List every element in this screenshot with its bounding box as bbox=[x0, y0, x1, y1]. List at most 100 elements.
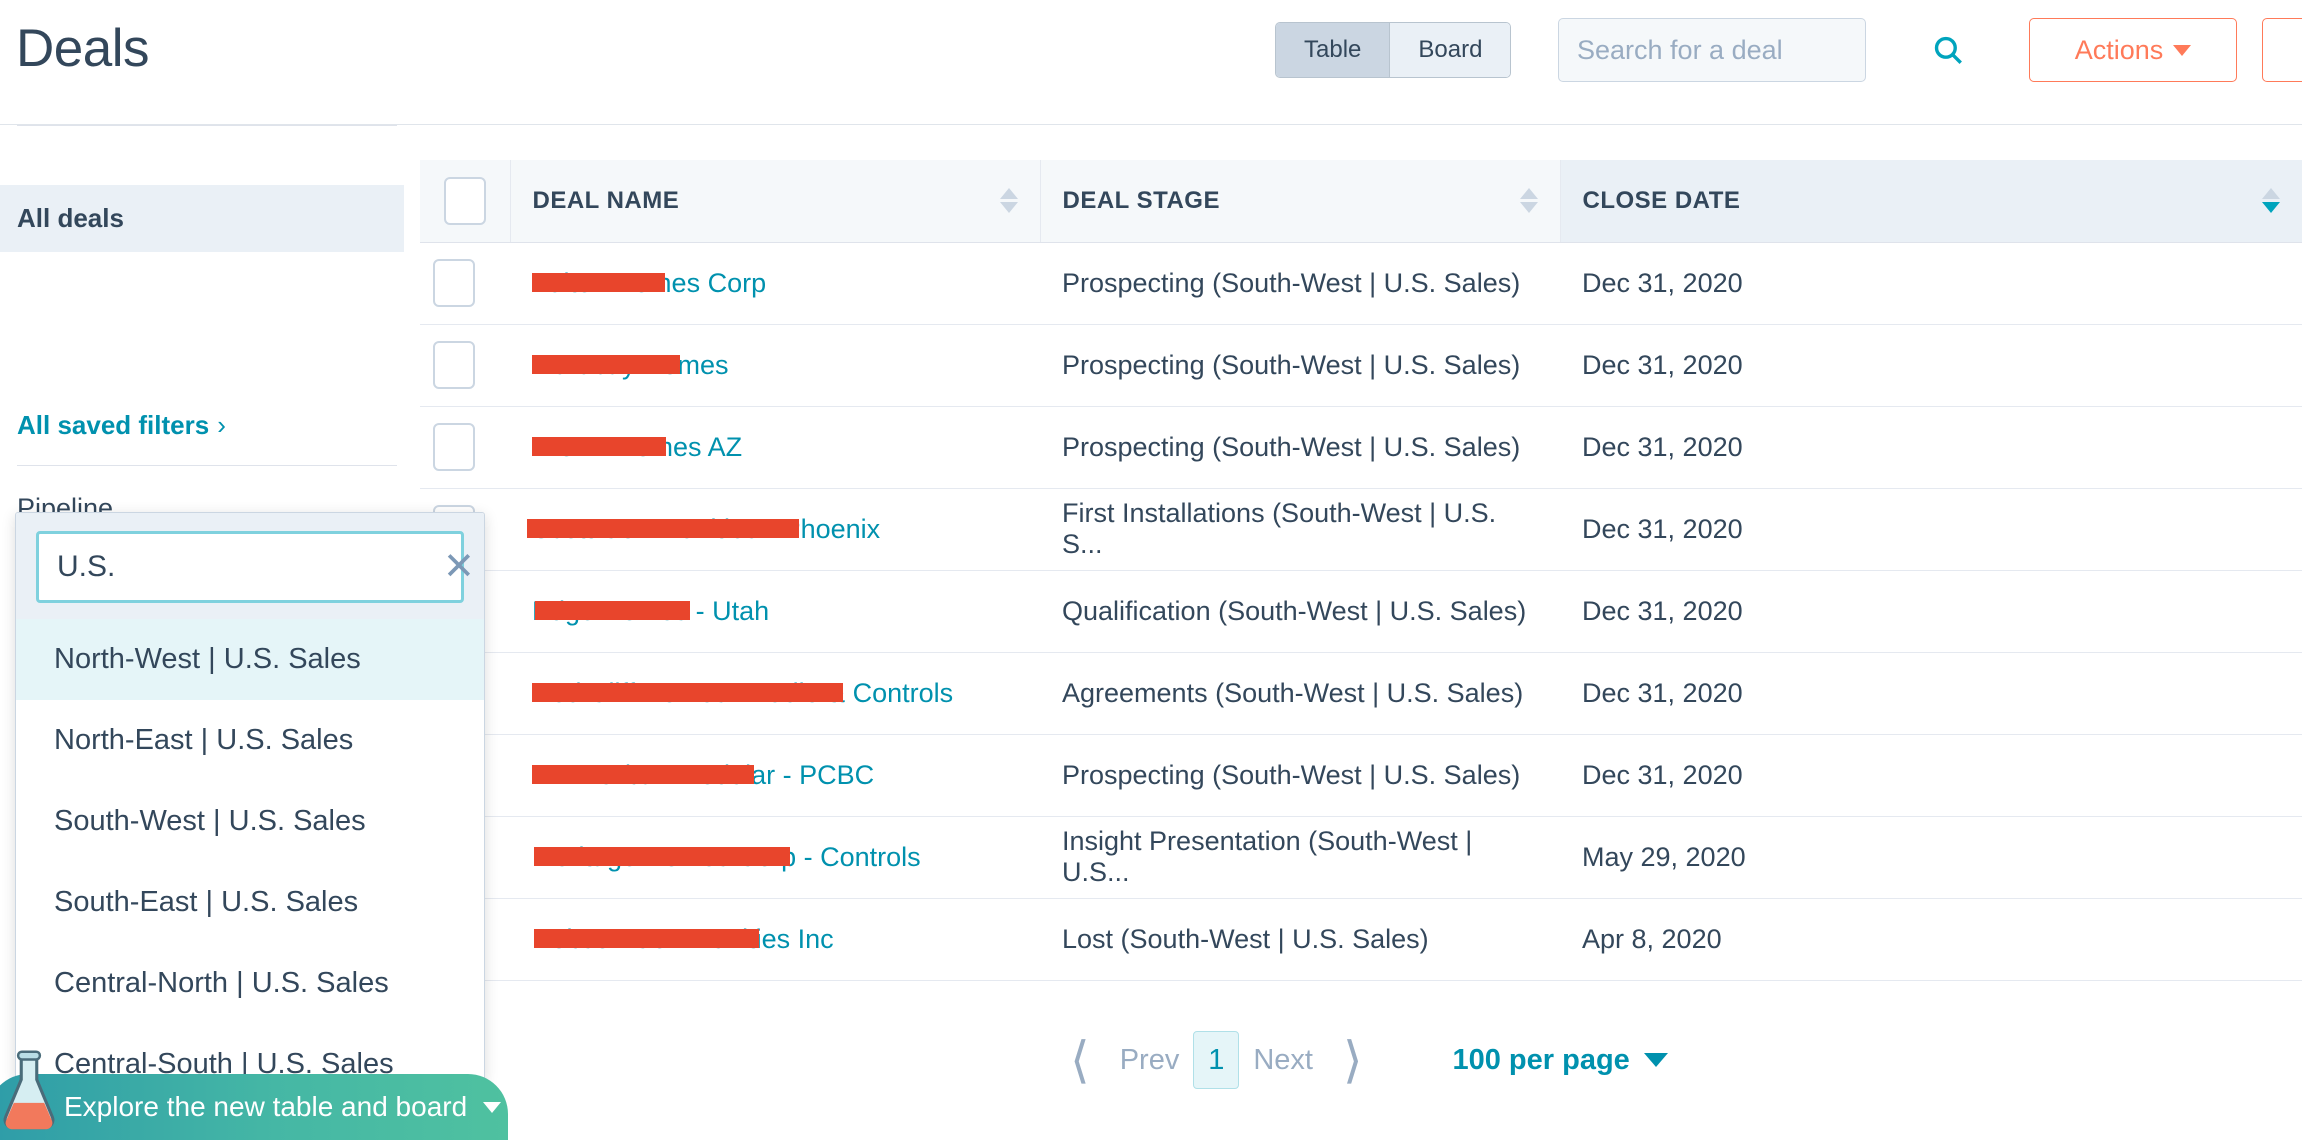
actions-button-label: Actions bbox=[2074, 34, 2164, 65]
deal-stage-cell: First Installations (South-West | U.S. S… bbox=[1040, 488, 1560, 571]
sort-asc-icon bbox=[2261, 188, 2280, 200]
redaction-bar bbox=[532, 765, 754, 784]
close-date-cell: Dec 31, 2020 bbox=[1560, 570, 2302, 653]
deal-name-cell: Maracay Homes bbox=[510, 324, 1040, 407]
deal-name-link[interactable]: Edge Homes - Utah bbox=[532, 596, 769, 627]
deal-name-cell: Robson Communities Inc bbox=[510, 898, 1040, 981]
table-row: Meritage Homes Corp - Controls Insight Pr… bbox=[420, 816, 2302, 899]
close-date-cell: May 29, 2020 bbox=[1560, 816, 2302, 899]
search-icon[interactable] bbox=[1931, 33, 1965, 67]
table-row: Fulton Homes Corp Prospecting (South-West… bbox=[420, 242, 2302, 325]
deal-name-cell: Fulton Homes Corp bbox=[510, 242, 1040, 325]
redaction-bar bbox=[532, 273, 665, 292]
prev-button[interactable]: Prev bbox=[1106, 1044, 1194, 1077]
redaction-bar bbox=[532, 355, 680, 374]
deals-table: DEAL NAME DEAL STAGE CLOSE DATE Fulton H… bbox=[420, 160, 2302, 981]
row-checkbox-cell bbox=[420, 242, 510, 325]
deal-name-link[interactable]: Meritage Homes Corp - Controls bbox=[532, 842, 921, 873]
deal-name-cell: Brown Homes AZ bbox=[510, 406, 1040, 489]
actions-button[interactable]: Actions bbox=[2029, 18, 2237, 82]
table-row: Brown Homes AZ Prospecting (South-West | … bbox=[420, 406, 2302, 489]
deal-stage-header-label: DEAL STAGE bbox=[1062, 186, 1220, 214]
deal-name-link[interactable]: Maracay Homes bbox=[532, 350, 729, 381]
saved-filters-label: All saved filters bbox=[17, 410, 210, 440]
pipeline-option[interactable]: North-East | U.S. Sales bbox=[16, 700, 484, 781]
deal-name-cell: Edge Homes - Utah bbox=[510, 570, 1040, 653]
prev-chevron-icon[interactable]: ⟨ bbox=[1054, 1035, 1106, 1085]
redaction-bar bbox=[534, 929, 759, 948]
next-button[interactable]: Next bbox=[1239, 1044, 1327, 1077]
column-header-deal-name[interactable]: DEAL NAME bbox=[510, 160, 1041, 243]
close-date-cell: Dec 31, 2020 bbox=[1560, 488, 2302, 571]
deal-name-link[interactable]: Robson Communities Inc bbox=[532, 924, 834, 955]
deal-name-header-label: DEAL NAME bbox=[532, 186, 680, 214]
tab-board[interactable]: Board bbox=[1390, 23, 1511, 77]
deal-name-cell: RAD Urban Modular - PCBC bbox=[510, 734, 1040, 817]
chevron-right-icon: › bbox=[217, 410, 226, 440]
all-saved-filters-link[interactable]: All saved filters › bbox=[17, 410, 226, 441]
column-header-deal-stage[interactable]: DEAL STAGE bbox=[1040, 160, 1561, 243]
table-header-row: DEAL NAME DEAL STAGE CLOSE DATE bbox=[420, 160, 2302, 243]
create-deal-button[interactable] bbox=[2262, 18, 2302, 82]
deal-name-cell: Scott Communities - Phoenix bbox=[510, 488, 1040, 571]
table-row: Red Cliff Homes - Audio & Controls Agreem… bbox=[420, 652, 2302, 735]
deal-search bbox=[1558, 18, 1962, 82]
sort-arrows-icon[interactable] bbox=[999, 188, 1018, 214]
row-checkbox-cell bbox=[420, 406, 510, 489]
row-checkbox[interactable] bbox=[433, 341, 475, 389]
row-checkbox[interactable] bbox=[433, 423, 475, 471]
select-all-checkbox[interactable] bbox=[443, 176, 486, 225]
sort-arrows-icon[interactable] bbox=[1519, 188, 1538, 214]
pipeline-filter-input[interactable] bbox=[57, 550, 443, 584]
deal-stage-cell: Agreements (South-West | U.S. Sales) bbox=[1040, 652, 1560, 735]
chevron-down-icon bbox=[483, 1101, 502, 1113]
per-page-select[interactable]: 100 per page bbox=[1452, 1043, 1668, 1077]
redaction-bar bbox=[532, 683, 843, 702]
chevron-down-icon bbox=[2173, 44, 2192, 56]
row-checkbox-cell bbox=[420, 324, 510, 407]
next-chevron-icon[interactable]: ⟩ bbox=[1327, 1035, 1379, 1085]
view-toggle-group: Table Board bbox=[1275, 22, 1512, 78]
search-input[interactable] bbox=[1559, 34, 1931, 66]
sort-asc-icon bbox=[999, 188, 1018, 200]
close-date-cell: Apr 8, 2020 bbox=[1560, 898, 2302, 981]
explore-banner[interactable]: Explore the new table and board bbox=[0, 1050, 508, 1140]
table-row: Scott Communities - Phoenix First Install… bbox=[420, 488, 2302, 571]
table-row: Edge Homes - Utah Qualification (South-We… bbox=[420, 570, 2302, 653]
deal-stage-cell: Prospecting (South-West | U.S. Sales) bbox=[1040, 734, 1560, 817]
pipeline-option[interactable]: Central-North | U.S. Sales bbox=[16, 943, 484, 1024]
table-row: Robson Communities Inc Lost (South-West |… bbox=[420, 898, 2302, 981]
row-checkbox[interactable] bbox=[433, 259, 475, 307]
deals-table-area: DEAL NAME DEAL STAGE CLOSE DATE Fulton H… bbox=[420, 160, 2302, 990]
redaction-bar bbox=[534, 847, 790, 866]
column-header-close-date[interactable]: CLOSE DATE bbox=[1560, 160, 2302, 243]
sidebar-item-all-deals[interactable]: All deals bbox=[0, 185, 404, 252]
pipeline-option[interactable]: South-East | U.S. Sales bbox=[16, 862, 484, 943]
close-icon[interactable]: ✕ bbox=[443, 545, 475, 589]
deal-stage-cell: Qualification (South-West | U.S. Sales) bbox=[1040, 570, 1560, 653]
sidebar-divider-top bbox=[17, 125, 397, 126]
deal-name-link[interactable]: Scott Communities - Phoenix bbox=[527, 514, 880, 545]
pipeline-option[interactable]: North-West | U.S. Sales bbox=[16, 619, 484, 700]
close-date-cell: Dec 31, 2020 bbox=[1560, 406, 2302, 489]
close-date-cell: Dec 31, 2020 bbox=[1560, 734, 2302, 817]
per-page-label: 100 per page bbox=[1452, 1043, 1630, 1076]
all-deals-label: All deals bbox=[17, 203, 124, 233]
tab-table[interactable]: Table bbox=[1276, 23, 1390, 77]
deal-stage-cell: Prospecting (South-West | U.S. Sales) bbox=[1040, 324, 1560, 407]
deal-stage-cell: Lost (South-West | U.S. Sales) bbox=[1040, 898, 1560, 981]
sort-desc-icon bbox=[1519, 202, 1538, 214]
redaction-bar bbox=[532, 437, 666, 456]
deal-name-link[interactable]: Fulton Homes Corp bbox=[532, 268, 766, 299]
sort-arrows-icon[interactable] bbox=[2261, 188, 2280, 214]
table-body: Fulton Homes Corp Prospecting (South-West… bbox=[420, 242, 2302, 981]
chevron-down-icon bbox=[1643, 1053, 1668, 1067]
deal-name-link[interactable]: RAD Urban Modular - PCBC bbox=[532, 760, 874, 791]
select-all-header bbox=[420, 160, 511, 243]
page-number-1[interactable]: 1 bbox=[1193, 1031, 1240, 1089]
pipeline-dropdown-panel: ✕ North-West | U.S. Sales North-East | U… bbox=[15, 512, 485, 1082]
sort-desc-icon bbox=[999, 202, 1018, 214]
pipeline-option[interactable]: South-West | U.S. Sales bbox=[16, 781, 484, 862]
deal-name-link[interactable]: Brown Homes AZ bbox=[532, 432, 742, 463]
deal-name-link[interactable]: Red Cliff Homes - Audio & Controls bbox=[532, 678, 953, 709]
